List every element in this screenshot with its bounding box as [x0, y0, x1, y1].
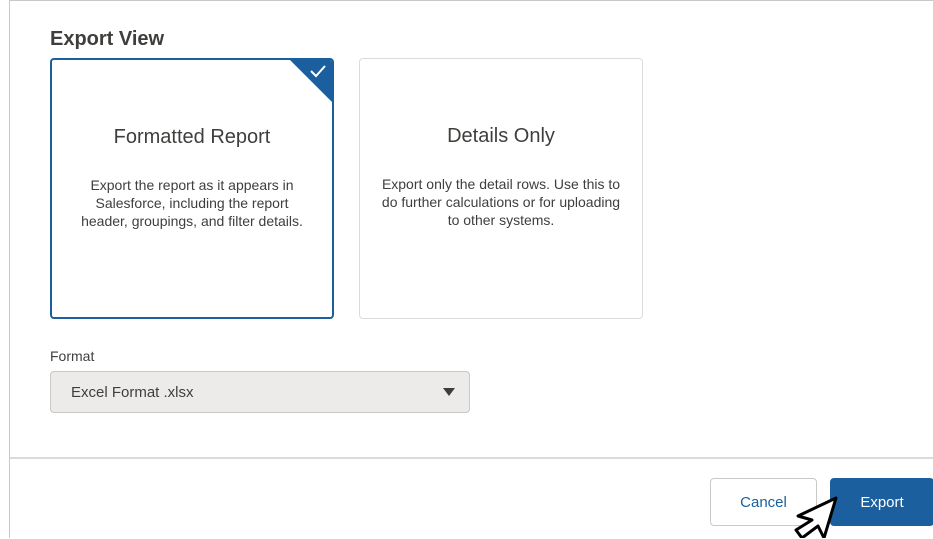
- modal-body: Export View Formatted Report Export the …: [10, 1, 933, 457]
- check-icon: [290, 60, 332, 102]
- section-title: Export View: [50, 28, 165, 50]
- modal-footer: Cancel Export: [10, 457, 933, 539]
- format-select[interactable]: Excel Format .xlsx: [50, 371, 470, 413]
- card-description: Export the report as it appears in Sales…: [81, 177, 303, 229]
- card-description: Export only the detail rows. Use this to…: [381, 176, 621, 228]
- export-option-formatted-report[interactable]: Formatted Report Export the report as it…: [50, 58, 334, 319]
- caret-down-icon: [443, 388, 455, 396]
- card-title: Formatted Report: [113, 126, 271, 148]
- cancel-button[interactable]: Cancel: [710, 478, 817, 526]
- card-title: Details Only: [447, 125, 555, 147]
- export-button[interactable]: Export: [830, 478, 933, 526]
- format-select-value: Excel Format .xlsx: [71, 384, 194, 401]
- export-modal: Export View Formatted Report Export the …: [9, 0, 933, 539]
- export-option-details-only[interactable]: Details Only Export only the detail rows…: [359, 58, 643, 319]
- format-label: Format: [50, 348, 95, 364]
